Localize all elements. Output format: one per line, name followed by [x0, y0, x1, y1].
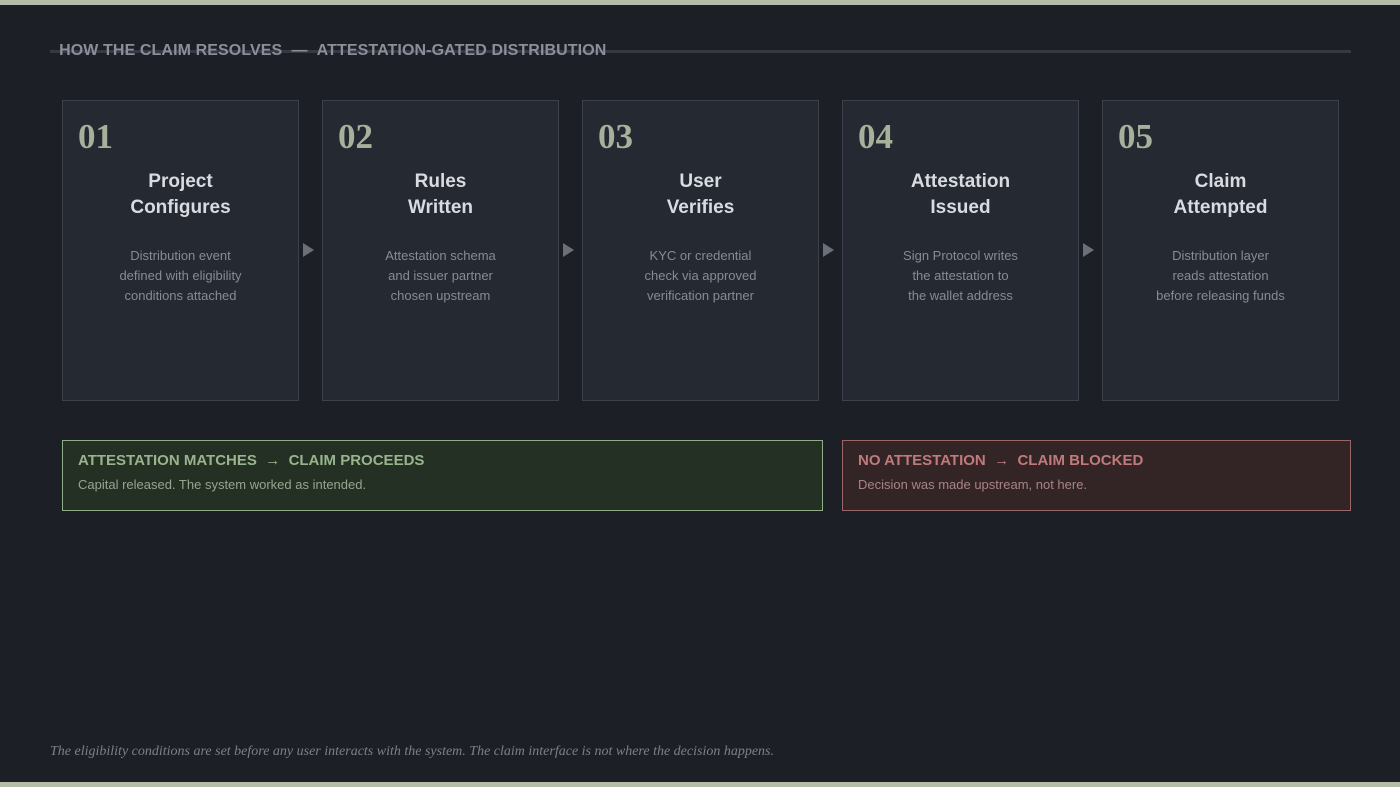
step-card-2: 02 Rules Written Attestation schema and … [322, 100, 559, 401]
bottom-accent-bar [0, 782, 1400, 787]
step-card-4: 04 Attestation Issued Sign Protocol writ… [842, 100, 1079, 401]
step-description-line: the attestation to [912, 268, 1009, 283]
step-number: 02 [338, 117, 373, 156]
step-number: 05 [1118, 117, 1153, 156]
page-title-subtitle: ATTESTATION-GATED DISTRIBUTION [316, 42, 607, 59]
page-title-main: HOW THE CLAIM RESOLVES [59, 42, 283, 59]
outcome-condition: ATTESTATION MATCHES [78, 452, 257, 469]
flow-arrow-icon [563, 243, 574, 257]
outcome-result: CLAIM PROCEEDS [288, 452, 425, 469]
step-title: Claim Attempted [1103, 169, 1338, 221]
arrow-right-icon: → [994, 452, 1010, 469]
flow-arrow-icon [823, 243, 834, 257]
step-number: 01 [78, 117, 113, 156]
step-description-line: before releasing funds [1156, 288, 1285, 303]
step-title-line: Written [407, 197, 474, 218]
outcome-heading: NO ATTESTATION → CLAIM BLOCKED [858, 452, 1350, 470]
page-title: HOW THE CLAIM RESOLVES — ATTESTATION-GAT… [50, 24, 1351, 59]
outcome-detail: Capital released. The system worked as i… [78, 477, 367, 492]
step-title-line: Rules [414, 171, 467, 192]
step-description-line: KYC or credential [649, 248, 752, 263]
step-description: Distribution event defined with eligibil… [63, 246, 298, 306]
step-title-line: Issued [930, 197, 991, 218]
step-description-line: reads attestation [1172, 268, 1269, 283]
step-description-line: chosen upstream [390, 288, 491, 303]
step-description-line: verification partner [647, 288, 754, 303]
outcome-heading: ATTESTATION MATCHES → CLAIM PROCEEDS [78, 452, 822, 470]
arrow-right-icon: → [265, 452, 281, 469]
step-description-line: conditions attached [124, 288, 237, 303]
step-card-3: 03 User Verifies KYC or credential check… [582, 100, 819, 401]
step-description-line: Distribution layer [1172, 248, 1269, 263]
step-title: User Verifies [583, 169, 818, 221]
step-title-line: Attestation [910, 171, 1011, 192]
outcome-detail: Decision was made upstream, not here. [858, 477, 1088, 492]
step-description: Sign Protocol writes the attestation to … [843, 246, 1078, 306]
step-description: Distribution layer reads attestation bef… [1103, 246, 1338, 306]
step-title-line: Configures [130, 197, 231, 218]
flow-arrow-icon [303, 243, 314, 257]
flow-arrow-icon [1083, 243, 1094, 257]
step-title-line: User [679, 171, 722, 192]
step-title: Attestation Issued [843, 169, 1078, 221]
outcome-claim-blocked: NO ATTESTATION → CLAIM BLOCKED Decision … [842, 440, 1351, 511]
step-title-line: Verifies [666, 197, 735, 218]
outcome-claim-proceeds: ATTESTATION MATCHES → CLAIM PROCEEDS Cap… [62, 440, 823, 511]
outcome-result: CLAIM BLOCKED [1017, 452, 1144, 469]
step-title: Project Configures [63, 169, 298, 221]
footnote: The eligibility conditions are set befor… [50, 744, 774, 759]
step-title-line: Attempted [1173, 197, 1268, 218]
step-description-line: Attestation schema [385, 248, 496, 263]
step-description-line: and issuer partner [388, 268, 493, 283]
page-title-separator: — [291, 42, 308, 59]
step-number: 04 [858, 117, 893, 156]
step-description-line: Sign Protocol writes [903, 248, 1018, 263]
top-accent-bar [0, 0, 1400, 5]
step-title-line: Claim [1194, 171, 1247, 192]
step-title: Rules Written [323, 169, 558, 221]
step-card-5: 05 Claim Attempted Distribution layer re… [1102, 100, 1339, 401]
step-number: 03 [598, 117, 633, 156]
step-description-line: Distribution event [130, 248, 231, 263]
step-description-line: the wallet address [908, 288, 1013, 303]
outcome-condition: NO ATTESTATION [858, 452, 986, 469]
step-description-line: check via approved [644, 268, 757, 283]
step-description-line: defined with eligibility [119, 268, 242, 283]
step-card-1: 01 Project Configures Distribution event… [62, 100, 299, 401]
step-description: KYC or credential check via approved ver… [583, 246, 818, 306]
step-title-line: Project [148, 171, 213, 192]
step-description: Attestation schema and issuer partner ch… [323, 246, 558, 306]
